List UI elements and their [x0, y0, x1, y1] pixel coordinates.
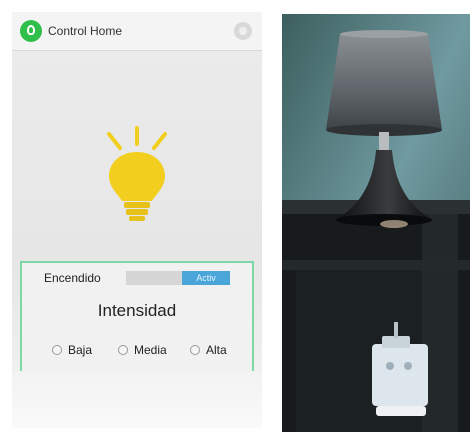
power-toggle-on: Activ — [182, 271, 230, 285]
power-toggle[interactable]: Activ — [126, 271, 230, 285]
radio-baja[interactable]: Baja — [52, 343, 92, 357]
radio-label: Alta — [206, 343, 227, 357]
radio-button-icon — [190, 345, 200, 355]
overflow-menu-icon[interactable] — [234, 22, 252, 40]
bottom-area — [12, 371, 262, 428]
lamp-photo — [282, 14, 470, 432]
power-row: Encendido Activ — [22, 269, 252, 287]
radio-media[interactable]: Media — [118, 343, 167, 357]
intensity-title: Intensidad — [97, 301, 177, 320]
radio-label: Baja — [68, 343, 93, 357]
app-bar: Control Home — [12, 12, 262, 51]
app-title: Control Home — [48, 24, 123, 38]
control-card: Encendido Activ Intensidad Baja Media Al… — [20, 261, 254, 371]
app-icon — [20, 20, 42, 42]
light-bulb-icon — [107, 126, 167, 221]
radio-button-icon — [52, 345, 62, 355]
lamp-photo-image — [282, 14, 470, 432]
radio-button-icon — [118, 345, 128, 355]
phone-screen: Control Home Encendido Activ Intensidad … — [12, 12, 262, 428]
radio-label: Media — [134, 343, 167, 357]
intensity-options: Baja Media Alta — [22, 343, 252, 361]
bulb-illustration — [12, 120, 262, 240]
power-label: Encendido — [44, 271, 101, 285]
radio-alta[interactable]: Alta — [190, 343, 227, 357]
